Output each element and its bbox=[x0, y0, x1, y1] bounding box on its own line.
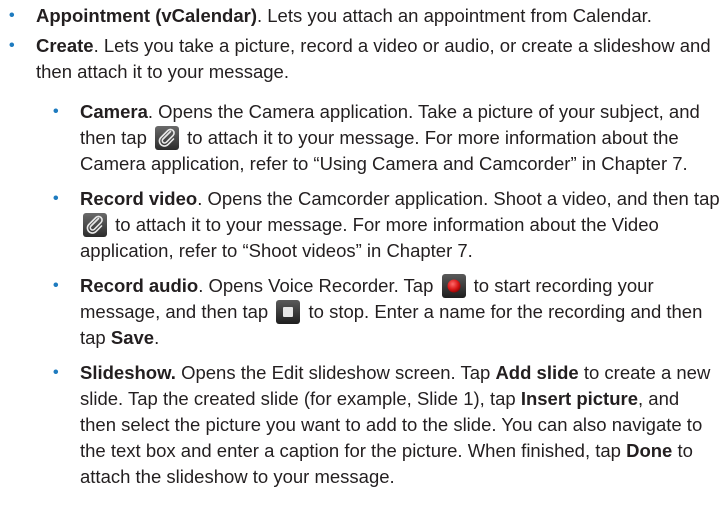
item-title: Appointment (vCalendar) bbox=[36, 5, 257, 26]
item-text: . Opens the Camcorder application. Shoot… bbox=[197, 188, 720, 209]
item-text: to attach it to your message. For more i… bbox=[80, 214, 659, 261]
item-title: Record video bbox=[80, 188, 198, 209]
add-slide-label: Add slide bbox=[495, 362, 579, 383]
item-text: . Lets you take a picture, record a vide… bbox=[36, 35, 711, 82]
bullet: • bbox=[9, 37, 15, 54]
sub-item-camera: • Camera. Opens the Camera application. … bbox=[0, 99, 726, 177]
document-page: • Appointment (vCalendar). Lets you atta… bbox=[0, 0, 726, 509]
bullet: • bbox=[53, 277, 59, 294]
sub-item-record-video: • Record video. Opens the Camcorder appl… bbox=[0, 186, 726, 264]
bullet: • bbox=[53, 103, 59, 120]
insert-picture-label: Insert picture bbox=[520, 388, 639, 409]
stop-icon bbox=[276, 300, 301, 324]
list-item-appointment: • Appointment (vCalendar). Lets you atta… bbox=[0, 3, 726, 29]
save-label: Save bbox=[110, 327, 155, 348]
sub-item-record-audio: • Record audio. Opens Voice Recorder. Ta… bbox=[0, 273, 726, 351]
item-title: Create bbox=[36, 35, 94, 56]
item-title: Slideshow. bbox=[80, 362, 176, 383]
sub-item-slideshow: • Slideshow. Opens the Edit slideshow sc… bbox=[0, 360, 726, 490]
item-text: Opens the Edit slideshow screen. Tap bbox=[175, 362, 496, 383]
list-item-create: • Create. Lets you take a picture, recor… bbox=[0, 33, 726, 85]
item-title: Camera bbox=[80, 101, 148, 122]
done-label: Done bbox=[626, 440, 673, 461]
record-icon bbox=[441, 274, 466, 298]
item-text: . Opens Voice Recorder. Tap bbox=[198, 275, 439, 296]
item-title: Record audio bbox=[80, 275, 199, 296]
paperclip-icon bbox=[83, 213, 107, 237]
bullet: • bbox=[53, 364, 59, 381]
bullet: • bbox=[53, 190, 59, 207]
paperclip-icon bbox=[155, 126, 180, 150]
bullet: • bbox=[9, 7, 15, 24]
item-text: . bbox=[154, 327, 160, 348]
item-text: . Lets you attach an appointment from Ca… bbox=[256, 5, 652, 26]
